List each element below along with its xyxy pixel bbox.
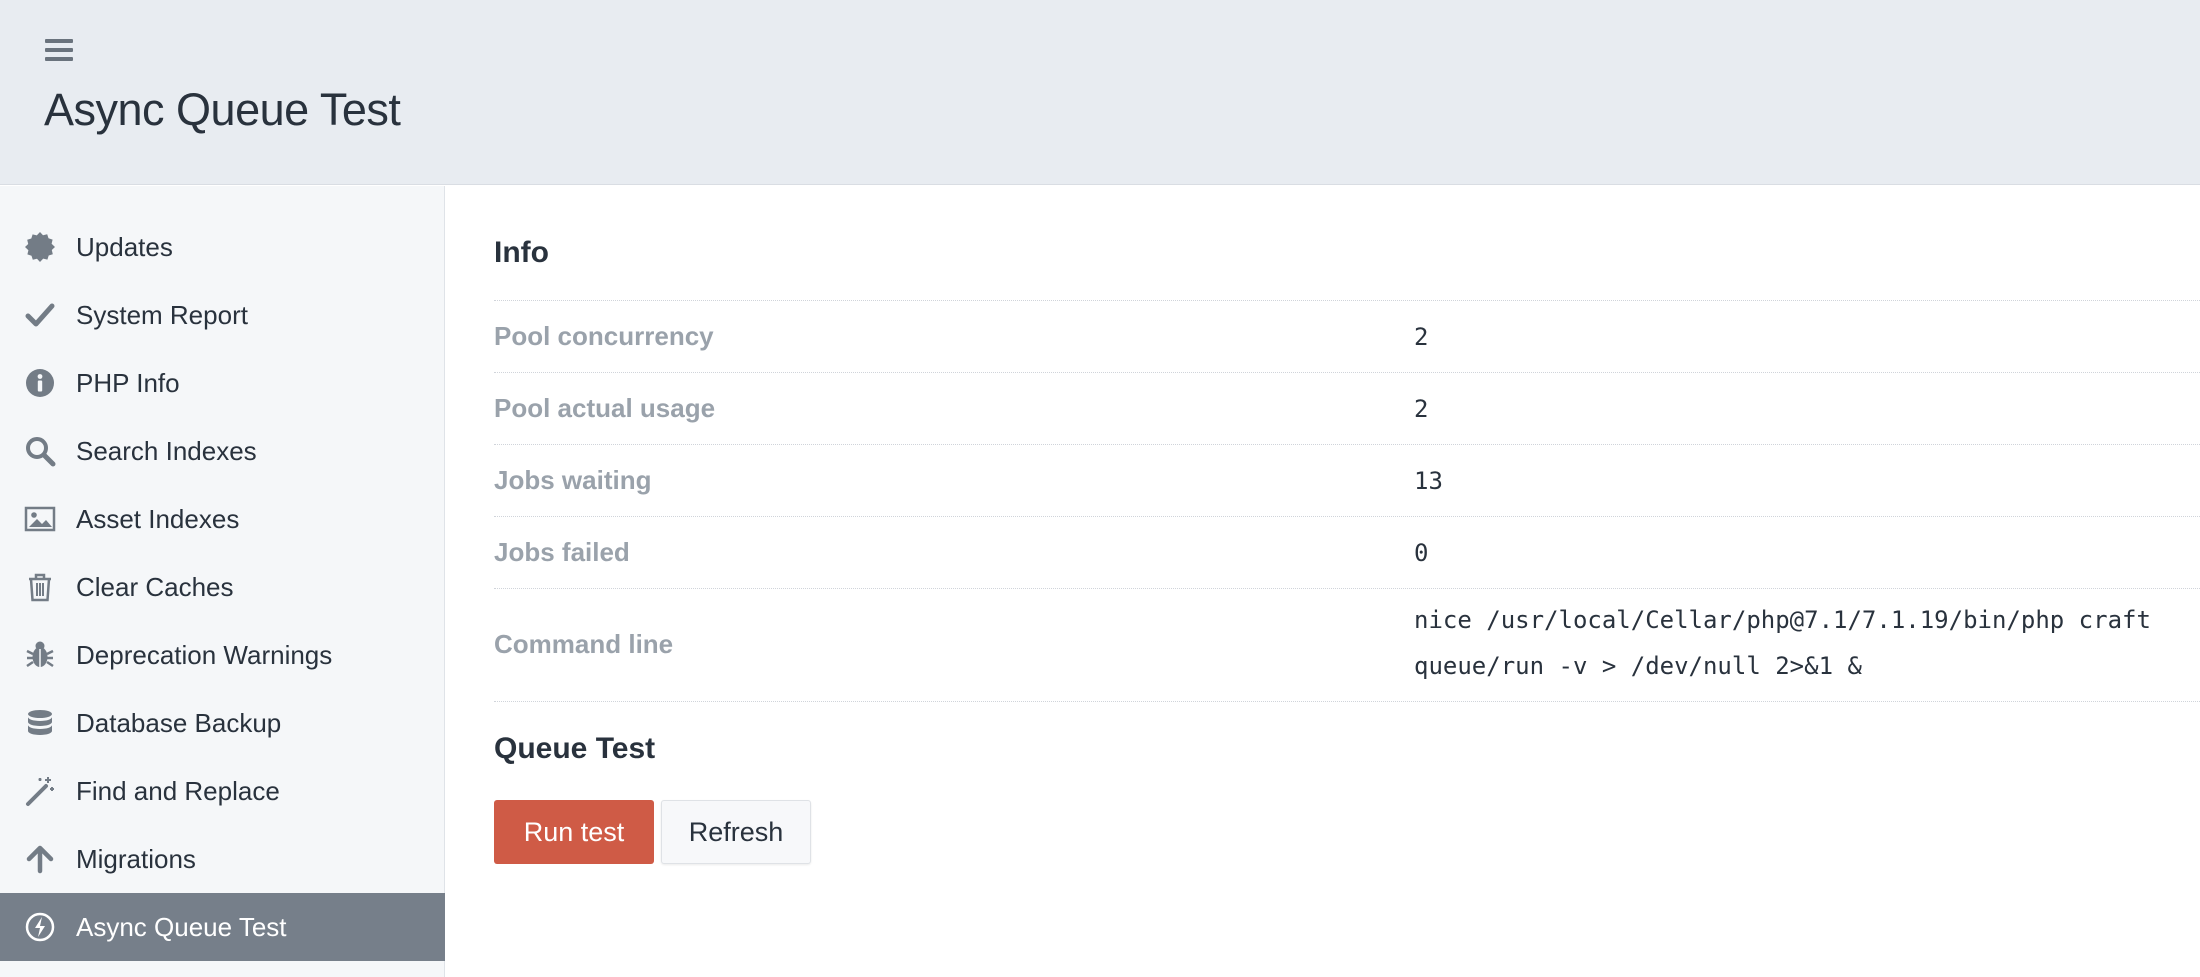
- header: Async Queue Test: [0, 0, 2200, 185]
- sidebar-item-deprecation-warnings[interactable]: Deprecation Warnings: [0, 621, 445, 689]
- sidebar-item-php-info[interactable]: PHP Info: [0, 349, 445, 417]
- info-row-pool-concurrency: Pool concurrency 2: [494, 300, 2200, 372]
- info-key: Pool concurrency: [494, 321, 714, 351]
- info-heading: Info: [494, 236, 549, 269]
- sidebar-item-database-backup[interactable]: Database Backup: [0, 689, 445, 757]
- info-value: 13: [1414, 467, 1443, 495]
- info-table: Pool concurrency 2 Pool actual usage 2 J…: [494, 300, 2200, 702]
- trash-icon: [22, 569, 58, 605]
- sidebar-item-label: Database Backup: [76, 707, 282, 738]
- info-row-pool-actual-usage: Pool actual usage 2: [494, 372, 2200, 444]
- info-row-jobs-failed: Jobs failed 0: [494, 516, 2200, 588]
- bug-icon: [22, 637, 58, 673]
- sidebar-item-find-and-replace[interactable]: Find and Replace: [0, 757, 445, 825]
- info-value: nice /usr/local/Cellar/php@7.1/7.1.19/bi…: [1414, 606, 2151, 680]
- checkmark-icon: [22, 297, 58, 333]
- sidebar-item-system-report[interactable]: System Report: [0, 281, 445, 349]
- magic-wand-icon: [22, 773, 58, 809]
- info-value: 0: [1414, 539, 1429, 567]
- sidebar-item-migrations[interactable]: Migrations: [0, 825, 445, 893]
- run-test-button[interactable]: Run test: [494, 800, 654, 864]
- info-key: Jobs waiting: [494, 465, 652, 495]
- info-value: 2: [1414, 395, 1429, 423]
- badge-icon: [22, 229, 58, 265]
- arrow-up-icon: [22, 841, 58, 877]
- info-icon: [22, 365, 58, 401]
- info-key: Pool actual usage: [494, 393, 716, 423]
- database-icon: [22, 705, 58, 741]
- queue-test-heading: Queue Test: [494, 732, 656, 765]
- lightning-icon: [22, 909, 58, 945]
- sidebar-item-label: Find and Replace: [76, 775, 280, 806]
- sidebar: Updates System Report PHP Info Search In…: [0, 186, 445, 977]
- sidebar-item-label: Updates: [76, 231, 173, 262]
- info-row-jobs-waiting: Jobs waiting 13: [494, 444, 2200, 516]
- info-value: 2: [1414, 323, 1429, 351]
- main-content: Info Pool concurrency 2 Pool actual usag…: [446, 186, 2200, 977]
- sidebar-item-label: PHP Info: [76, 367, 180, 398]
- sidebar-item-label: Clear Caches: [76, 571, 234, 602]
- sidebar-item-label: Async Queue Test: [76, 911, 287, 942]
- sidebar-item-clear-caches[interactable]: Clear Caches: [0, 553, 445, 621]
- sidebar-item-label: Migrations: [76, 843, 196, 874]
- sidebar-item-search-indexes[interactable]: Search Indexes: [0, 417, 445, 485]
- page-title: Async Queue Test: [44, 84, 401, 135]
- sidebar-item-async-queue-test[interactable]: Async Queue Test: [0, 893, 445, 961]
- sidebar-item-updates[interactable]: Updates: [0, 213, 445, 281]
- search-icon: [22, 433, 58, 469]
- sidebar-item-label: System Report: [76, 299, 248, 330]
- sidebar-item-label: Deprecation Warnings: [76, 639, 333, 670]
- sidebar-item-label: Asset Indexes: [76, 503, 240, 534]
- hamburger-menu-icon[interactable]: [42, 36, 76, 64]
- page: Async Queue Test Updates System Report P…: [0, 0, 2200, 977]
- info-key: Jobs failed: [494, 537, 630, 567]
- info-row-command-line: Command line nice /usr/local/Cellar/php@…: [494, 588, 2200, 702]
- info-key: Command line: [494, 629, 674, 659]
- sidebar-item-label: Search Indexes: [76, 435, 257, 466]
- sidebar-item-asset-indexes[interactable]: Asset Indexes: [0, 485, 445, 553]
- image-icon: [22, 501, 58, 537]
- refresh-button[interactable]: Refresh: [661, 800, 811, 864]
